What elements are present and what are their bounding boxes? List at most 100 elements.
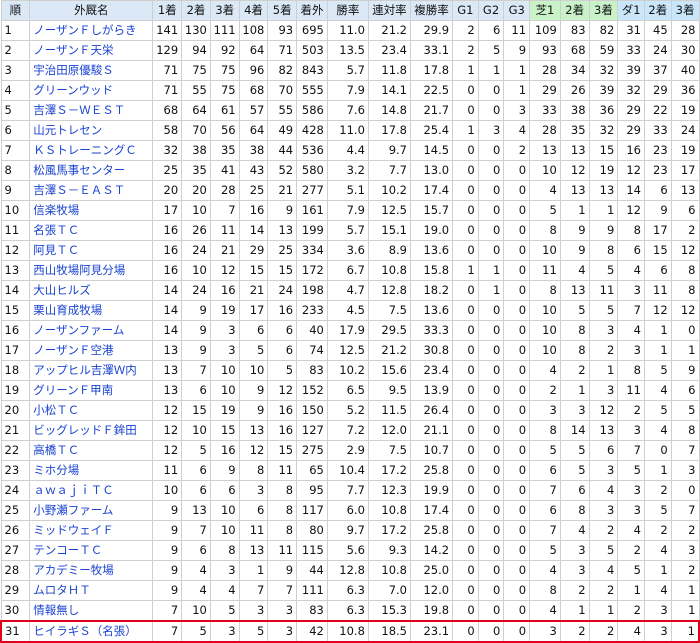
- stat-cell: 6: [238, 320, 269, 341]
- column-header[interactable]: G3: [503, 0, 531, 21]
- stat-cell: 6: [670, 200, 700, 221]
- column-header[interactable]: 3着: [209, 0, 240, 21]
- stat-cell: 12: [670, 240, 700, 261]
- stat-cell: 83: [296, 600, 328, 622]
- stat-cell: 10: [209, 380, 240, 401]
- stable-name-link[interactable]: ノーザンファーム: [29, 320, 154, 341]
- stat-cell: 8: [670, 280, 700, 301]
- stable-name-link[interactable]: 吉澤Ｓ－ＷＥＳＴ: [29, 100, 154, 121]
- stable-name-link[interactable]: 阿見ＴＣ: [29, 240, 154, 261]
- stat-cell: 141: [152, 20, 183, 41]
- stable-name-link[interactable]: 名張ＴＣ: [29, 220, 154, 241]
- stable-name-link[interactable]: 栗山育成牧場: [29, 300, 154, 321]
- stable-name-link[interactable]: テンコーＴＣ: [29, 540, 154, 561]
- stable-name-link[interactable]: ミホ分場: [29, 460, 154, 481]
- column-header[interactable]: 2着: [181, 0, 211, 21]
- stat-cell: 28: [209, 180, 240, 201]
- stat-cell: 12.5: [367, 200, 411, 221]
- stat-cell: 2: [452, 40, 479, 61]
- stable-name-link[interactable]: ミッドウェイＦ: [29, 520, 154, 541]
- stat-cell: 3: [267, 600, 298, 622]
- stable-name-link[interactable]: 山元トレセン: [29, 120, 154, 141]
- stat-cell: 13: [238, 420, 269, 441]
- stat-cell: 9: [152, 540, 183, 561]
- table-row: 18 アップヒル吉澤Ｗ内 13 7 10 10 5 83 10.2 15.6 23.4 0 0 0 4 2 1 8…: [0, 360, 700, 381]
- stable-name-link[interactable]: アップヒル吉澤Ｗ内: [29, 360, 154, 381]
- stable-name-link[interactable]: 高橋ＴＣ: [29, 440, 154, 461]
- stable-name-link[interactable]: ムロタＨＴ: [29, 580, 154, 601]
- stat-cell: 2: [643, 520, 672, 541]
- stable-name-link[interactable]: ノーザンＦ空港: [29, 340, 154, 361]
- stat-cell: 68: [152, 100, 183, 121]
- stat-cell: 26: [559, 80, 590, 101]
- stable-name-link[interactable]: グリーンウッド: [29, 80, 154, 101]
- stable-name-link[interactable]: ノーザンＦしがらき: [29, 20, 154, 41]
- stat-cell: 5: [559, 460, 590, 481]
- column-header[interactable]: 2着: [643, 0, 672, 21]
- column-header[interactable]: 3着: [670, 0, 700, 21]
- rank-cell: 4: [0, 80, 31, 101]
- stat-cell: 4: [181, 580, 211, 601]
- column-header[interactable]: 芝1: [529, 0, 561, 21]
- stat-cell: 3: [559, 540, 590, 561]
- stable-name-link[interactable]: ノーザンＦ天栄: [29, 40, 154, 61]
- stable-name-link[interactable]: ＫＳトレーニングＣ: [29, 140, 154, 161]
- stat-cell: 0: [452, 460, 479, 481]
- rank-cell: 27: [0, 540, 31, 561]
- stat-cell: 130: [181, 20, 211, 41]
- stable-name-link[interactable]: 宇治田原優駿Ｓ: [29, 60, 154, 81]
- stat-cell: 82: [588, 20, 619, 41]
- column-header[interactable]: G1: [452, 0, 479, 21]
- stable-name-link[interactable]: 大山ヒルズ: [29, 280, 154, 301]
- stat-cell: 5.6: [326, 540, 369, 561]
- column-header[interactable]: 外厩名: [29, 0, 154, 21]
- stat-cell: 12.0: [367, 420, 411, 441]
- stat-cell: 12: [152, 440, 183, 461]
- stat-cell: 64: [181, 100, 211, 121]
- stat-cell: 8.9: [367, 240, 411, 261]
- stable-name-link[interactable]: 松風馬事センター: [29, 160, 154, 181]
- column-header[interactable]: 勝率: [326, 0, 369, 21]
- stat-cell: 16: [152, 220, 183, 241]
- stat-cell: 13: [267, 220, 298, 241]
- stat-cell: 7.7: [326, 480, 369, 501]
- column-header[interactable]: 着外: [296, 0, 328, 21]
- stat-cell: 45: [643, 20, 672, 41]
- column-header[interactable]: 複勝率: [409, 0, 454, 21]
- stable-name-link[interactable]: アカデミー牧場: [29, 560, 154, 581]
- stable-name-link[interactable]: 信楽牧場: [29, 200, 154, 221]
- stable-name-link[interactable]: 小野瀬ファーム: [29, 500, 154, 521]
- stat-cell: 9: [267, 200, 298, 221]
- table-row: 13 西山牧場阿見分場 16 10 12 15 15 172 6.7 10.8 15.8 1 1 0 11 4…: [0, 260, 700, 281]
- column-header[interactable]: 順: [0, 0, 31, 21]
- column-header[interactable]: 2着: [559, 0, 590, 21]
- stable-name-link[interactable]: 小松ＴＣ: [29, 400, 154, 421]
- column-header[interactable]: 1着: [152, 0, 183, 21]
- stat-cell: 28: [529, 60, 561, 81]
- stable-name-link[interactable]: 情報無し: [29, 600, 154, 622]
- stat-cell: 6: [559, 480, 590, 501]
- column-header[interactable]: 4着: [238, 0, 269, 21]
- stat-cell: 7: [670, 440, 700, 461]
- table-row: 14 大山ヒルズ 14 24 16 21 24 198 4.7 12.8 18.2 0 1 0 8 13 11 3…: [0, 280, 700, 301]
- stable-name-link[interactable]: 吉澤Ｓ－ＥＡＳＴ: [29, 180, 154, 201]
- stat-cell: 25.4: [409, 120, 454, 141]
- column-header[interactable]: ダ1: [617, 0, 645, 21]
- column-header[interactable]: 3着: [588, 0, 619, 21]
- column-header[interactable]: 連対率: [367, 0, 411, 21]
- stable-name-link[interactable]: グリーンＦ甲南: [29, 380, 154, 401]
- stat-cell: 17: [238, 300, 269, 321]
- stat-cell: 14: [152, 320, 183, 341]
- stat-cell: 1: [503, 80, 531, 101]
- stat-cell: 1: [559, 600, 590, 622]
- stable-name-link[interactable]: 西山牧場阿見分場: [29, 260, 154, 281]
- stat-cell: 25: [267, 240, 298, 261]
- stat-cell: 1: [588, 360, 619, 381]
- column-header[interactable]: 5着: [267, 0, 298, 21]
- stat-cell: 24: [267, 280, 298, 301]
- column-header[interactable]: G2: [477, 0, 505, 21]
- stat-cell: 92: [209, 40, 240, 61]
- stable-name-link[interactable]: ａｗａｊｉＴＣ: [29, 480, 154, 501]
- stat-cell: 0: [452, 580, 479, 601]
- stable-name-link[interactable]: ビッグレッドＦ鉾田: [29, 420, 154, 441]
